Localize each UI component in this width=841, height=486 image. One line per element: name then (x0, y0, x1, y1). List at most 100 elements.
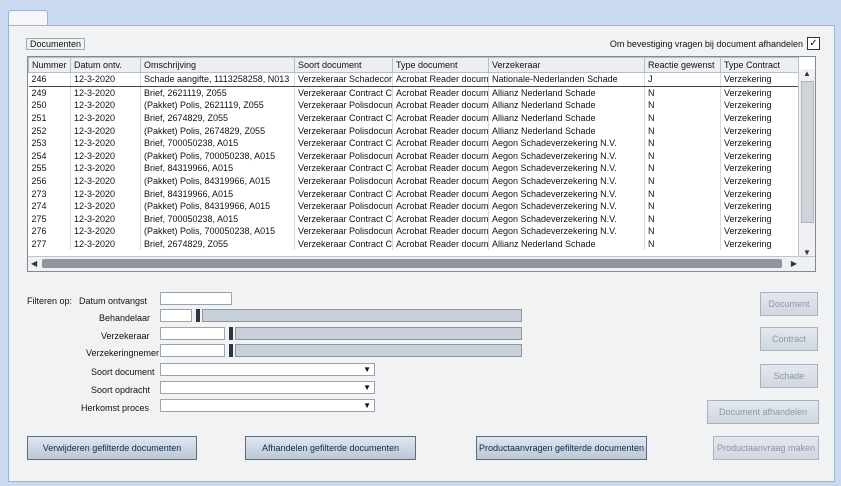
table-cell: Verzekering (720, 72, 799, 87)
col-header[interactable]: Verzekeraar (488, 57, 645, 73)
chevron-down-icon: ▼ (363, 383, 371, 392)
table-cell: Brief, 2621119, Z055 (140, 86, 295, 100)
table-cell: Verzekeraar Contract Ci (294, 187, 393, 200)
chevron-down-icon: ▼ (363, 365, 371, 374)
table-cell: Brief, 84319966, A015 (140, 162, 295, 175)
group-title: Documenten (26, 38, 86, 50)
col-header[interactable]: Type document (392, 57, 489, 73)
table-cell: Allianz Nederland Schade (488, 99, 645, 112)
table-cell: 12-3-2020 (70, 149, 141, 163)
contract-button[interactable]: Contract (760, 327, 818, 351)
table-cell: 12-3-2020 (70, 72, 141, 87)
table-row[interactable]: 250 12-3-2020 (Pakket) Polis, 2621119, Z05… (28, 99, 799, 112)
col-header[interactable]: Datum ontv. (70, 57, 141, 73)
table-cell: Brief, 700050238, A015 (140, 212, 295, 226)
table-cell: Brief, 2674829, Z055 (140, 111, 295, 125)
soort-document-select[interactable]: ▼ (160, 363, 375, 376)
soort-opdracht-select[interactable]: ▼ (160, 381, 375, 394)
afhandelen-gefilterd-button[interactable]: Afhandelen gefilterde documenten (245, 436, 416, 460)
table-cell: Verzekeraar Contract Ci (294, 86, 393, 100)
col-header[interactable]: Omschrijving (140, 57, 295, 73)
verzekeringnemer-code-input[interactable] (160, 344, 225, 357)
table-row[interactable]: 246 12-3-2020 Schade aangifte, 1113258258,… (28, 72, 799, 87)
table-row[interactable]: 251 12-3-2020 Brief, 2674829, Z055 Verzeker… (28, 111, 799, 125)
document-button[interactable]: Document (760, 292, 818, 316)
scroll-left-icon[interactable]: ◀ (31, 259, 37, 268)
horizontal-scroll-thumb[interactable] (42, 259, 782, 268)
table-cell: Allianz Nederland Schade (488, 111, 645, 125)
table-cell: Verzekering (720, 111, 799, 125)
table-cell: Acrobat Reader docum (392, 124, 489, 137)
table-cell: 12-3-2020 (70, 86, 141, 100)
verzekeringnemer-label: Verzekeringnemer (86, 348, 160, 358)
productaanvragen-gefilterd-button[interactable]: Productaanvragen gefilterde documenten (476, 436, 647, 460)
table-row[interactable]: 277 12-3-2020 Brief, 2674829, Z055 Verzeker… (28, 237, 799, 251)
col-header[interactable]: Type Contract (720, 57, 799, 73)
table-row[interactable]: 253 12-3-2020 Brief, 700050238, A015 Verzek… (28, 136, 799, 150)
behandelaar-label: Behandelaar (99, 313, 151, 323)
table-row[interactable]: 254 12-3-2020 (Pakket) Polis, 700050238, A… (28, 149, 799, 163)
table-cell: 256 (28, 174, 71, 188)
behandelaar-lookup-button[interactable] (196, 309, 200, 322)
table-cell: 274 (28, 199, 71, 213)
schade-button[interactable]: Schade (760, 364, 818, 388)
table-row[interactable]: 274 12-3-2020 (Pakket) Polis, 84319966, A0… (28, 199, 799, 213)
horizontal-scrollbar[interactable]: ◀ ▶ (28, 256, 815, 271)
datum-label: Datum ontvangst (79, 296, 148, 306)
table-cell: Verzekeraar Polisdocum (294, 199, 393, 213)
verzekeringnemer-lookup-button[interactable] (229, 344, 233, 357)
table-cell: (Pakket) Polis, 700050238, A015 (140, 149, 295, 163)
table-row[interactable]: 255 12-3-2020 Brief, 84319966, A015 Verzeke… (28, 162, 799, 175)
table-row[interactable]: 273 12-3-2020 Brief, 84319966, A015 Verzeke… (28, 187, 799, 200)
table-cell: N (644, 149, 721, 163)
table-row[interactable]: 252 12-3-2020 (Pakket) Polis, 2674829, Z05… (28, 124, 799, 137)
col-header[interactable]: Soort document (294, 57, 393, 73)
table-cell: N (644, 124, 721, 137)
soort-document-label: Soort document (91, 367, 155, 377)
table-cell: N (644, 162, 721, 175)
vertical-scrollbar[interactable]: ▲ ▼ (798, 69, 815, 257)
table-cell: N (644, 199, 721, 213)
scroll-up-icon[interactable]: ▲ (803, 69, 811, 78)
table-cell: Verzekeraar Contract Ci (294, 212, 393, 226)
table-cell: 253 (28, 136, 71, 150)
table-cell: N (644, 99, 721, 112)
scroll-right-icon[interactable]: ▶ (791, 259, 797, 268)
col-header[interactable]: Nummer (28, 57, 71, 73)
table-cell: Verzekeraar Polisdocum (294, 174, 393, 188)
verwijderen-button[interactable]: Verwijderen gefilterde documenten (27, 436, 197, 460)
table-cell: Brief, 2674829, Z055 (140, 237, 295, 251)
table-cell: Acrobat Reader docum (392, 99, 489, 112)
table-row[interactable]: 276 12-3-2020 (Pakket) Polis, 700050238, A… (28, 225, 799, 238)
productaanvraag-button[interactable]: Productaanvraag maken (713, 436, 819, 460)
herkomst-select[interactable]: ▼ (160, 399, 375, 412)
table-row[interactable]: 249 12-3-2020 Brief, 2621119, Z055 Verzeker… (28, 86, 799, 100)
table-cell: 12-3-2020 (70, 212, 141, 226)
datum-input[interactable] (160, 292, 232, 305)
table-row[interactable]: 275 12-3-2020 Brief, 700050238, A015 Verzek… (28, 212, 799, 226)
table-cell: (Pakket) Polis, 84319966, A015 (140, 174, 295, 188)
table-row[interactable]: 256 12-3-2020 (Pakket) Polis, 84319966, A0… (28, 174, 799, 188)
table-cell: Acrobat Reader docum (392, 86, 489, 100)
verzekeraar-lookup-button[interactable] (229, 327, 233, 340)
documents-grid[interactable]: Nummer Datum ontv. Omschrijving Soort do… (27, 56, 816, 272)
table-cell: 12-3-2020 (70, 237, 141, 251)
confirm-checkbox[interactable]: ✓ (807, 37, 820, 50)
table-cell: 251 (28, 111, 71, 125)
table-cell: Allianz Nederland Schade (488, 124, 645, 137)
vertical-scroll-thumb[interactable] (801, 81, 814, 223)
confirm-label: Om bevestiging vragen bij document afhan… (609, 38, 803, 49)
behandelaar-code-input[interactable] (160, 309, 192, 322)
verzekeraar-code-input[interactable] (160, 327, 225, 340)
col-header[interactable]: Reactie gewenst (644, 57, 721, 73)
confirm-option[interactable]: Om bevestiging vragen bij document afhan… (610, 37, 820, 50)
table-cell: 12-3-2020 (70, 162, 141, 175)
verzekeringnemer-name-field (235, 344, 522, 357)
table-cell: 12-3-2020 (70, 199, 141, 213)
table-cell: Verzekering (720, 187, 799, 200)
document-afhandelen-button[interactable]: Document afhandelen (707, 400, 819, 424)
table-cell: Acrobat Reader docum (392, 72, 489, 87)
table-cell: Aegon Schadeverzekering N.V. (488, 149, 645, 163)
soort-opdracht-label: Soort opdracht (91, 385, 151, 395)
table-cell: Allianz Nederland Schade (488, 237, 645, 251)
